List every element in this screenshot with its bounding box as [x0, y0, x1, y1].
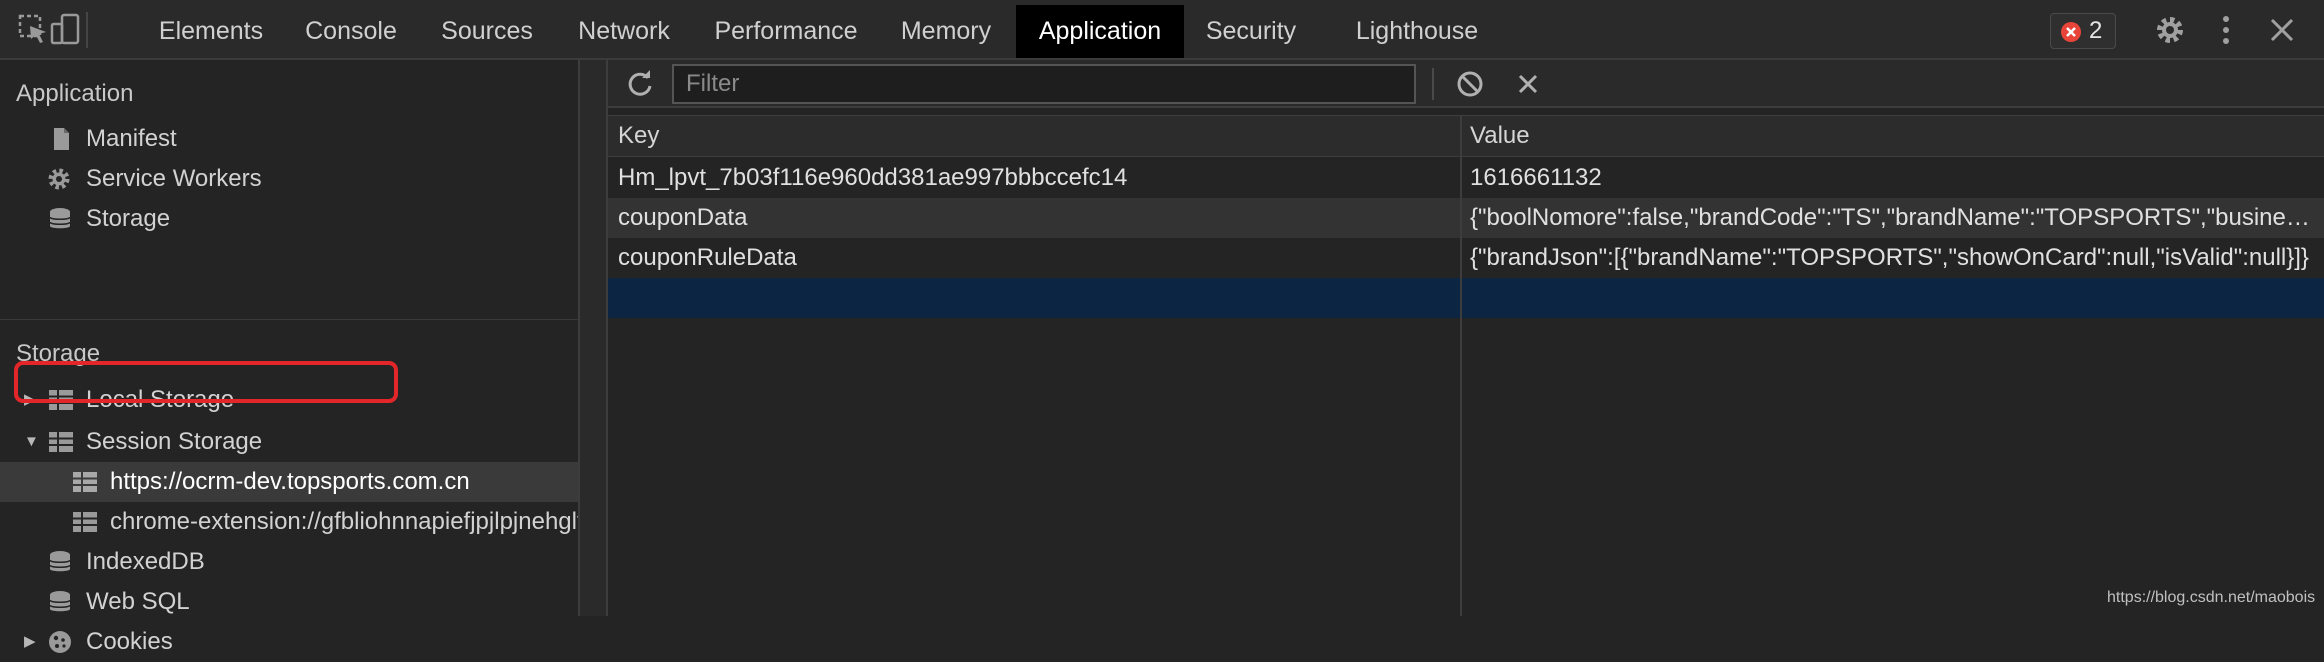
sidebar-item-web-sql[interactable]: Web SQL [0, 582, 578, 622]
expand-arrow-down-icon[interactable]: ▼ [24, 422, 39, 462]
sidebar-item-session-origin-topsports[interactable]: https://ocrm-dev.topsports.com.cn [0, 462, 578, 502]
clear-all-icon[interactable] [1456, 70, 1484, 98]
column-divider[interactable] [1460, 115, 1462, 616]
table-row-new-entry[interactable] [608, 278, 2324, 318]
sidebar-item-label: Cookies [86, 628, 173, 655]
error-icon [2061, 22, 2081, 42]
row-key: Hm_lpvt_7b03f116e960dd381ae997bbbccefc14 [618, 164, 1128, 191]
database-icon [49, 591, 71, 612]
row-value: {"brandJson":[{"brandName":"TOPSPORTS","… [1470, 244, 2309, 271]
sidebar-item-service-workers[interactable]: Service Workers [0, 159, 578, 199]
sidebar-item-label: Manifest [86, 125, 177, 152]
tab-network[interactable]: Network [562, 5, 686, 58]
tab-lighthouse[interactable]: Lighthouse [1352, 5, 1482, 58]
database-icon [49, 551, 71, 572]
delete-selected-icon[interactable] [1514, 70, 1542, 98]
row-value: 1616661132 [1470, 164, 1602, 191]
storage-viewer: Key Value Hm_lpvt_7b03f116e960dd381ae997… [608, 60, 2324, 616]
device-toolbar-icon[interactable] [48, 12, 84, 48]
tab-sources[interactable]: Sources [422, 5, 552, 58]
table-row[interactable]: couponRuleData {"brandJson":[{"brandName… [608, 238, 2324, 278]
tab-elements[interactable]: Elements [142, 5, 280, 58]
table-row[interactable]: Hm_lpvt_7b03f116e960dd381ae997bbbccefc14… [608, 158, 2324, 198]
table-row[interactable]: couponData {"boolNomore":false,"brandCod… [608, 198, 2324, 238]
tab-performance[interactable]: Performance [696, 5, 876, 58]
column-header-key[interactable]: Key [618, 116, 659, 156]
sidebar-item-session-storage[interactable]: ▼ Session Storage [0, 422, 578, 462]
refresh-icon[interactable] [626, 70, 654, 98]
inspect-element-icon[interactable] [16, 12, 52, 48]
toolbar-separator [1432, 68, 1434, 100]
expand-arrow-right-icon[interactable]: ▶ [24, 622, 36, 662]
sidebar-item-cookies[interactable]: ▶ Cookies [0, 622, 578, 662]
sidebar-item-label: https://ocrm-dev.topsports.com.cn [110, 468, 470, 495]
sidebar-item-label: Web SQL [86, 588, 190, 615]
application-sidebar: Application Manifest Service Workers Sto… [0, 60, 580, 655]
row-key: couponRuleData [618, 244, 797, 271]
column-header-value[interactable]: Value [1470, 116, 1530, 156]
sidebar-item-indexeddb[interactable]: IndexedDB [0, 542, 578, 582]
tab-memory[interactable]: Memory [886, 5, 1006, 58]
sidebar-item-label: Session Storage [86, 428, 263, 455]
sidebar-item-label: IndexedDB [86, 548, 205, 575]
settings-gear-icon[interactable] [2152, 12, 2188, 48]
watermark: https://blog.csdn.net/maobois [2107, 589, 2316, 606]
grid-icon [73, 512, 97, 532]
session-storage-highlight [14, 361, 398, 403]
sidebar-divider [0, 319, 578, 320]
close-devtools-icon[interactable] [2264, 12, 2300, 48]
storage-toolbar [608, 60, 2324, 108]
tab-console[interactable]: Console [290, 5, 412, 58]
toolbar-separator [86, 12, 88, 48]
devtools-tabbar: Elements Console Sources Network Perform… [0, 0, 2324, 60]
table-header: Key Value [608, 115, 2324, 157]
sidebar-item-label: Storage [86, 205, 171, 232]
panel-splitter[interactable] [580, 60, 608, 616]
sidebar-item-session-origin-extension[interactable]: chrome-extension://gfbliohnnapiefjpjlpjn… [0, 502, 578, 542]
sidebar-item-label: chrome-extension://gfbliohnnapiefjpjlpjn… [110, 508, 578, 535]
grid-icon [49, 432, 73, 452]
more-options-icon[interactable] [2208, 12, 2244, 48]
tab-security[interactable]: Security [1194, 5, 1308, 58]
error-count: 2 [2089, 17, 2103, 44]
row-value: {"boolNomore":false,"brandCode":"TS","br… [1470, 204, 2316, 231]
error-count-badge[interactable]: 2 [2050, 13, 2116, 49]
document-icon [54, 128, 69, 150]
section-heading-application: Application [16, 80, 134, 107]
database-icon [49, 208, 71, 229]
row-key: couponData [618, 204, 748, 231]
gear-icon [48, 168, 70, 190]
cookie-icon [49, 631, 71, 653]
tab-application[interactable]: Application [1016, 5, 1184, 58]
grid-icon [73, 472, 97, 492]
filter-input[interactable] [672, 64, 1416, 104]
sidebar-item-label: Service Workers [86, 165, 262, 192]
sidebar-item-manifest[interactable]: Manifest [0, 119, 578, 159]
sidebar-item-storage[interactable]: Storage [0, 199, 578, 239]
